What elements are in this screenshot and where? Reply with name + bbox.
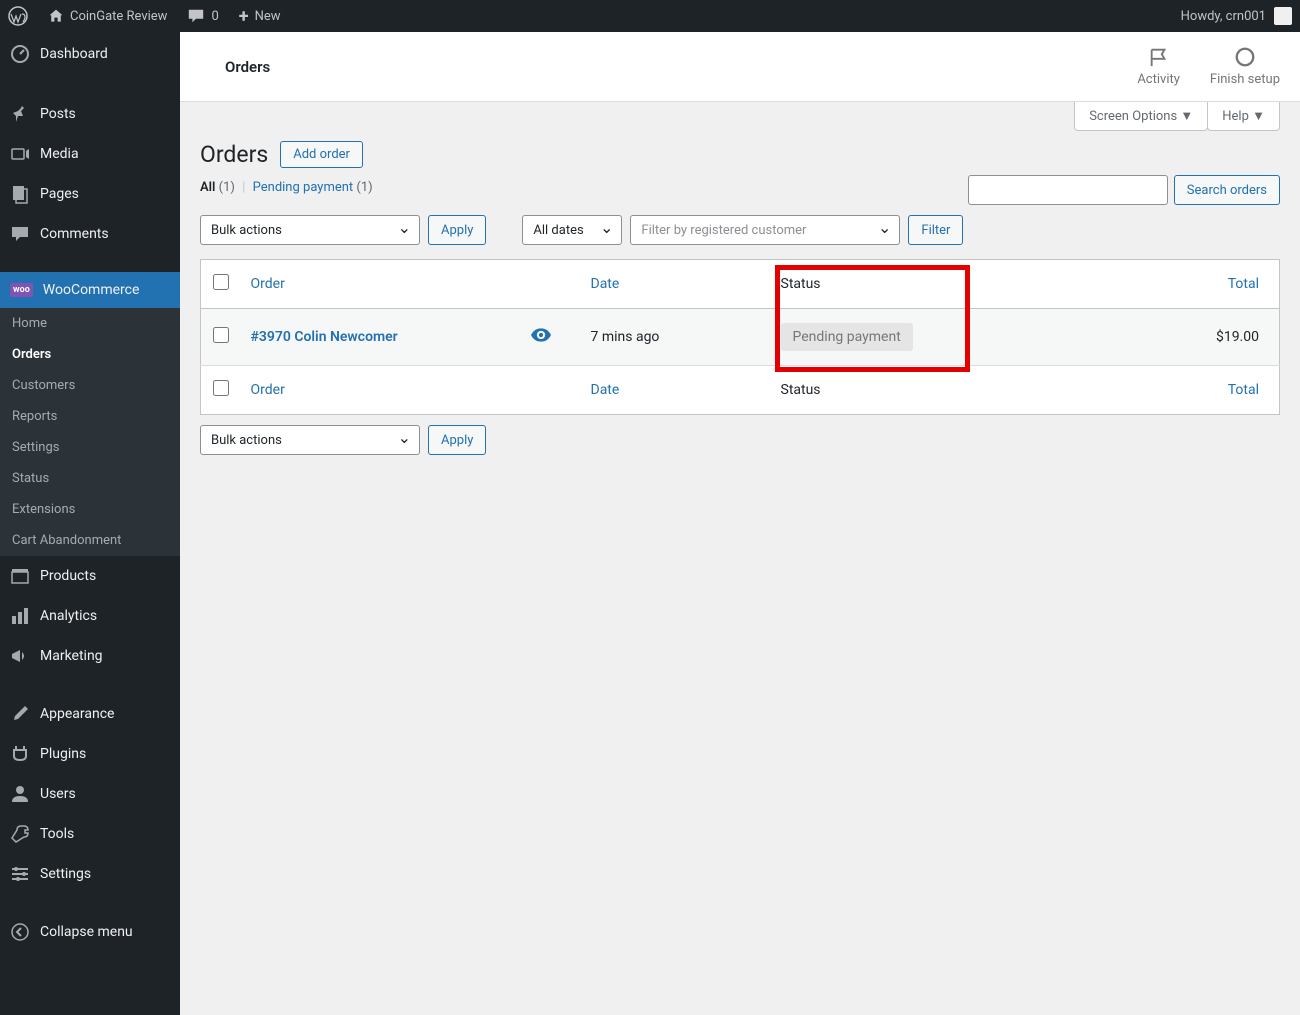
col-date-foot[interactable]: Date: [591, 382, 620, 398]
preview-icon[interactable]: [531, 328, 551, 346]
menu-users[interactable]: Users: [0, 774, 180, 814]
order-link[interactable]: #3970 Colin Newcomer: [251, 329, 398, 345]
col-total-foot[interactable]: Total: [1228, 382, 1259, 398]
menu-collapse[interactable]: Collapse menu: [0, 912, 180, 952]
avatar: [1274, 7, 1292, 25]
page-title: Orders: [200, 141, 268, 168]
menu-pages[interactable]: Pages: [0, 174, 180, 214]
search-input[interactable]: [968, 175, 1168, 205]
col-status-foot: Status: [771, 366, 1114, 415]
submenu-status[interactable]: Status: [0, 463, 180, 494]
col-order[interactable]: Order: [251, 276, 285, 292]
help-tab[interactable]: Help ▼: [1207, 102, 1280, 131]
admin-sidebar: Dashboard Posts Media Pages Comments woo…: [0, 32, 180, 1015]
apply-button-bottom[interactable]: Apply: [428, 425, 486, 455]
menu-marketing[interactable]: Marketing: [0, 636, 180, 676]
select-all-top[interactable]: [213, 274, 229, 290]
comments-count: 0: [211, 9, 218, 24]
submenu-customers[interactable]: Customers: [0, 370, 180, 401]
admin-bar: CoinGate Review 0 + New Howdy, crn001: [0, 0, 1300, 32]
table-row[interactable]: #3970 Colin Newcomer 7 mins ago Pending …: [201, 309, 1280, 366]
col-status: Status: [771, 260, 1114, 309]
col-order-foot[interactable]: Order: [251, 382, 285, 398]
search-button[interactable]: Search orders: [1174, 175, 1280, 205]
products-icon: [10, 566, 30, 586]
new-label: New: [255, 9, 281, 24]
header-title: Orders: [200, 58, 270, 76]
flag-icon: [1148, 46, 1170, 68]
comments-link[interactable]: 0: [187, 7, 218, 25]
greeting: Howdy, crn001: [1181, 9, 1266, 24]
analytics-icon: [10, 606, 30, 626]
dashboard-icon: [10, 44, 30, 64]
submenu-orders[interactable]: Orders: [0, 339, 180, 370]
status-badge: Pending payment: [781, 323, 913, 351]
circle-icon: [1234, 46, 1256, 68]
filter-all[interactable]: All: [200, 180, 215, 195]
collapse-icon: [10, 922, 30, 942]
submenu-cart-abandon[interactable]: Cart Abandonment: [0, 525, 180, 556]
megaphone-icon: [10, 646, 30, 666]
select-all-bottom[interactable]: [213, 380, 229, 396]
screen-options-tab[interactable]: Screen Options ▼: [1074, 102, 1208, 131]
woo-submenu: Home Orders Customers Reports Settings S…: [0, 308, 180, 556]
filter-pending[interactable]: Pending payment: [253, 180, 354, 195]
date-filter-select[interactable]: All dates: [522, 215, 622, 245]
menu-plugins[interactable]: Plugins: [0, 734, 180, 774]
user-menu[interactable]: Howdy, crn001: [1181, 7, 1292, 25]
finish-setup-button[interactable]: Finish setup: [1210, 46, 1280, 87]
bulk-actions-select[interactable]: Bulk actions: [200, 215, 420, 245]
add-order-button[interactable]: Add order: [280, 141, 363, 168]
menu-woocommerce[interactable]: woo WooCommerce: [0, 272, 180, 308]
menu-settings[interactable]: Settings: [0, 854, 180, 894]
filter-button[interactable]: Filter: [908, 215, 963, 245]
orders-table: Order Date Status Total #3970 Colin Newc…: [200, 259, 1280, 415]
new-link[interactable]: + New: [239, 6, 281, 27]
site-name: CoinGate Review: [70, 9, 167, 24]
pin-icon: [10, 104, 30, 124]
page-header: Orders Activity Finish setup: [180, 32, 1300, 102]
menu-products[interactable]: Products: [0, 556, 180, 596]
submenu-settings[interactable]: Settings: [0, 432, 180, 463]
col-date[interactable]: Date: [591, 276, 620, 292]
menu-tools[interactable]: Tools: [0, 814, 180, 854]
bulk-actions-select-bottom[interactable]: Bulk actions: [200, 425, 420, 455]
menu-comments[interactable]: Comments: [0, 214, 180, 254]
submenu-extensions[interactable]: Extensions: [0, 494, 180, 525]
submenu-reports[interactable]: Reports: [0, 401, 180, 432]
woo-icon: woo: [10, 283, 33, 297]
order-total: $19.00: [1114, 309, 1280, 366]
menu-analytics[interactable]: Analytics: [0, 596, 180, 636]
wrench-icon: [10, 824, 30, 844]
col-total[interactable]: Total: [1228, 276, 1259, 292]
menu-media[interactable]: Media: [0, 134, 180, 174]
activity-button[interactable]: Activity: [1137, 46, 1180, 87]
customer-filter-select[interactable]: Filter by registered customer: [630, 215, 900, 245]
user-icon: [10, 784, 30, 804]
submenu-home[interactable]: Home: [0, 308, 180, 339]
row-checkbox[interactable]: [213, 327, 229, 343]
sliders-icon: [10, 864, 30, 884]
plug-icon: [10, 744, 30, 764]
site-link[interactable]: CoinGate Review: [48, 8, 167, 24]
comment-icon: [10, 224, 30, 244]
media-icon: [10, 144, 30, 164]
brush-icon: [10, 704, 30, 724]
order-date: 7 mins ago: [581, 309, 771, 366]
menu-appearance[interactable]: Appearance: [0, 694, 180, 734]
menu-dashboard[interactable]: Dashboard: [0, 32, 180, 76]
wp-logo[interactable]: [8, 6, 28, 26]
apply-button-top[interactable]: Apply: [428, 215, 486, 245]
content-area: Orders Activity Finish setup Screen Opti…: [180, 32, 1300, 1015]
menu-posts[interactable]: Posts: [0, 94, 180, 134]
pages-icon: [10, 184, 30, 204]
